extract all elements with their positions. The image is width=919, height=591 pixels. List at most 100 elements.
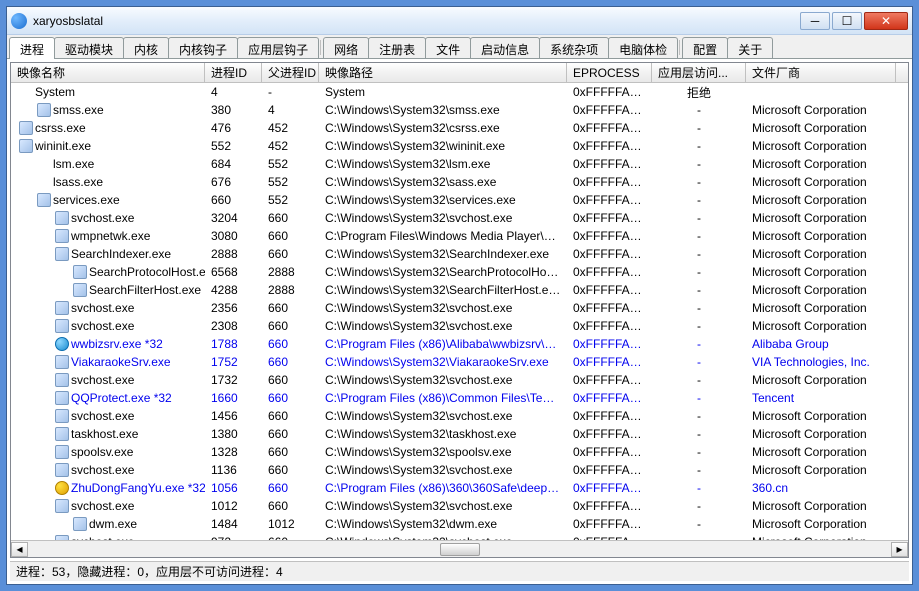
tab-0[interactable]: 进程 [9, 37, 55, 59]
cell-pid: 1484 [205, 516, 262, 532]
table-row[interactable]: ViakaraokeSrv.exe1752660C:\Windows\Syste… [11, 353, 908, 371]
col-ppid[interactable]: 父进程ID [262, 63, 319, 82]
process-icon [53, 463, 71, 477]
table-row[interactable]: csrss.exe476452C:\Windows\System32\csrss… [11, 119, 908, 137]
table-row[interactable]: System4-System0xFFFFFA8...拒绝 [11, 83, 908, 101]
table-row[interactable]: SearchFilterHost.exe42882888C:\Windows\S… [11, 281, 908, 299]
table-row[interactable]: taskhost.exe1380660C:\Windows\System32\t… [11, 425, 908, 443]
table-row[interactable]: dwm.exe14841012C:\Windows\System32\dwm.e… [11, 515, 908, 533]
cell-pid: 1380 [205, 426, 262, 442]
cell-path: C:\Windows\System32\svchost.exe [319, 318, 567, 334]
cell-pid: 660 [205, 192, 262, 208]
table-row[interactable]: svchost.exe 3204660C:\Windows\System32\sv… [11, 209, 908, 227]
table-row[interactable]: services.exe660552C:\Windows\System32\se… [11, 191, 908, 209]
cell-pid: 1012 [205, 498, 262, 514]
tab-4[interactable]: 应用层钩子 [237, 37, 319, 58]
col-path[interactable]: 映像路径 [319, 63, 567, 82]
process-icon [53, 301, 71, 315]
table-row[interactable]: lsm.exe684552C:\Windows\System32\lsm.exe… [11, 155, 908, 173]
tab-6[interactable]: 注册表 [368, 37, 426, 58]
col-vendor[interactable]: 文件厂商 [746, 63, 896, 82]
maximize-button[interactable]: ☐ [832, 12, 862, 30]
table-row[interactable]: smss.exe3804C:\Windows\System32\smss.exe… [11, 101, 908, 119]
tab-11[interactable]: 配置 [682, 37, 728, 58]
close-button[interactable]: ✕ [864, 12, 908, 30]
process-icon [71, 265, 89, 279]
cell-path: C:\Windows\System32\taskhost.exe [319, 426, 567, 442]
table-row[interactable]: SearchIndexer.exe2888660C:\Windows\Syste… [11, 245, 908, 263]
process-name: svchost.exe [71, 319, 134, 333]
scroll-right-icon[interactable]: ▸ [891, 542, 908, 557]
cell-pid: 1456 [205, 408, 262, 424]
col-image-name[interactable]: 映像名称 [11, 63, 205, 82]
table-row[interactable]: svchost.exe1136660C:\Windows\System32\sv… [11, 461, 908, 479]
process-icon [53, 445, 71, 459]
table-row[interactable]: spoolsv.exe1328660C:\Windows\System32\sp… [11, 443, 908, 461]
table-row[interactable]: svchost.exe972660C:\Windows\System32\svc… [11, 533, 908, 540]
table-row[interactable]: svchost.exe2308660C:\Windows\System32\sv… [11, 317, 908, 335]
cell-ppid: 660 [262, 462, 319, 478]
process-name: wwbizsrv.exe *32 [71, 337, 163, 351]
cell-access: - [652, 336, 746, 352]
cell-ppid: 660 [262, 210, 319, 226]
tab-5[interactable]: 网络 [323, 37, 369, 58]
cell-vendor: Microsoft Corporation [746, 444, 896, 460]
cell-eproc: 0xFFFFFA8... [567, 300, 652, 316]
cell-vendor: Microsoft Corporation [746, 156, 896, 172]
cell-access: 拒绝 [652, 83, 746, 102]
process-icon [53, 229, 71, 243]
tab-2[interactable]: 内核 [123, 37, 169, 58]
tab-9[interactable]: 系统杂项 [539, 37, 609, 58]
process-icon [53, 499, 71, 513]
cell-path: C:\Windows\System32\svchost.exe [319, 498, 567, 514]
col-pid[interactable]: 进程ID [205, 63, 262, 82]
horizontal-scrollbar[interactable]: ◂ ▸ [11, 540, 908, 557]
scroll-thumb[interactable] [440, 543, 480, 556]
cell-path: C:\Windows\System32\spoolsv.exe [319, 444, 567, 460]
cell-eproc: 0xFFFFFA8... [567, 84, 652, 100]
cell-pid: 2356 [205, 300, 262, 316]
cell-pid: 1328 [205, 444, 262, 460]
cell-vendor: Microsoft Corporation [746, 300, 896, 316]
cell-ppid: 660 [262, 444, 319, 460]
process-name: svchost.exe [71, 211, 134, 225]
tab-1[interactable]: 驱动模块 [54, 37, 124, 58]
tab-12[interactable]: 关于 [727, 37, 773, 58]
table-row[interactable]: wwbizsrv.exe *321788660C:\Program Files … [11, 335, 908, 353]
cell-pid: 6568 [205, 264, 262, 280]
cell-ppid: 452 [262, 120, 319, 136]
process-icon [71, 283, 89, 297]
minimize-button[interactable]: ─ [800, 12, 830, 30]
cell-vendor: Microsoft Corporation [746, 138, 896, 154]
tab-7[interactable]: 文件 [425, 37, 471, 58]
cell-access: - [652, 408, 746, 424]
table-row[interactable]: SearchProtocolHost.exe65682888C:\Windows… [11, 263, 908, 281]
tab-10[interactable]: 电脑体检 [608, 37, 678, 58]
col-eprocess[interactable]: EPROCESS [567, 63, 652, 82]
cell-vendor: Microsoft Corporation [746, 426, 896, 442]
table-row[interactable]: wininit.exe552452C:\Windows\System32\win… [11, 137, 908, 155]
cell-path: C:\Windows\System32\svchost.exe [319, 210, 567, 226]
tab-3[interactable]: 内核钩子 [168, 37, 238, 58]
cell-vendor: Microsoft Corporation [746, 102, 896, 118]
scroll-track[interactable] [28, 542, 891, 557]
table-row[interactable]: svchost.exe1012660C:\Windows\System32\sv… [11, 497, 908, 515]
table-row[interactable]: svchost.exe1456660C:\Windows\System32\sv… [11, 407, 908, 425]
col-access[interactable]: 应用层访问... [652, 63, 746, 82]
cell-vendor: Microsoft Corporation [746, 246, 896, 262]
tab-8[interactable]: 启动信息 [470, 37, 540, 58]
table-row[interactable]: lsass.exe676552C:\Windows\System32\sass.… [11, 173, 908, 191]
cell-pid: 3080 [205, 228, 262, 244]
table-row[interactable]: QQProtect.exe *321660660C:\Program Files… [11, 389, 908, 407]
process-list[interactable]: System4-System0xFFFFFA8...拒绝smss.exe3804… [11, 83, 908, 540]
table-row[interactable]: wmpnetwk.exe3080660C:\Program Files\Wind… [11, 227, 908, 245]
cell-ppid: 660 [262, 228, 319, 244]
table-row[interactable]: ZhuDongFangYu.exe *321056660C:\Program F… [11, 479, 908, 497]
cell-path: C:\Program Files\Windows Media Player\wm… [319, 228, 567, 244]
cell-pid: 3204 [205, 210, 262, 226]
table-row[interactable]: svchost.exe2356660C:\Windows\System32\sv… [11, 299, 908, 317]
titlebar[interactable]: xaryosbslatal ─ ☐ ✕ [7, 7, 912, 35]
table-row[interactable]: svchost.exe1732660C:\Windows\System32\sv… [11, 371, 908, 389]
cell-path: C:\Windows\System32\svchost.exe [319, 408, 567, 424]
scroll-left-icon[interactable]: ◂ [11, 542, 28, 557]
